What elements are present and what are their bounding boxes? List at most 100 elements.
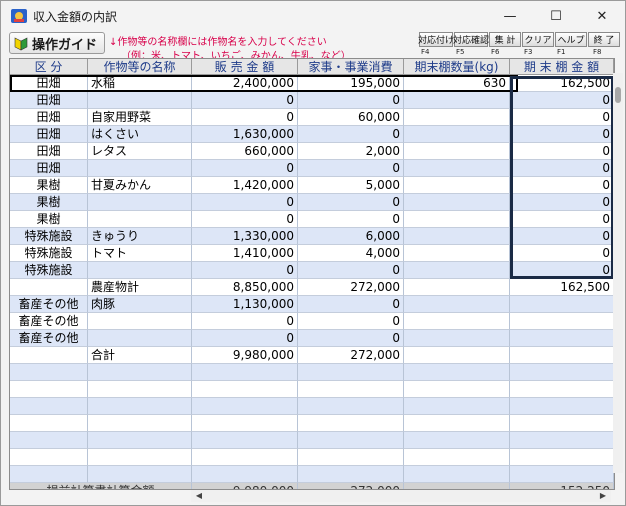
cell-stock-amount[interactable]: 0 <box>510 126 614 143</box>
cell-stock-amount[interactable] <box>510 466 614 483</box>
cell-stock-amount[interactable]: 0 <box>510 92 614 109</box>
cell-stock-amount[interactable] <box>510 347 614 364</box>
cell-crop-name[interactable] <box>88 313 192 330</box>
cell-home-consumption[interactable]: 0 <box>298 262 404 279</box>
cell-home-consumption[interactable]: 0 <box>298 313 404 330</box>
cell-sales[interactable]: 1,330,000 <box>192 228 298 245</box>
cell-stock-amount[interactable]: 0 <box>510 160 614 177</box>
cell-home-consumption[interactable]: 0 <box>298 296 404 313</box>
cell-stock-amount[interactable]: 0 <box>510 109 614 126</box>
cell-stock-quantity[interactable] <box>404 109 510 126</box>
cell-stock-quantity[interactable] <box>404 262 510 279</box>
minimize-button[interactable]: — <box>487 1 533 31</box>
cell-crop-name[interactable] <box>88 211 192 228</box>
operation-guide-button[interactable]: 操作ガイド <box>9 32 105 54</box>
cell-stock-amount[interactable]: 0 <box>510 177 614 194</box>
cell-home-consumption[interactable]: 0 <box>298 160 404 177</box>
cell-stock-quantity[interactable]: 630 <box>404 75 510 92</box>
cell-stock-quantity[interactable] <box>404 449 510 466</box>
cell-home-consumption[interactable]: 5,000 <box>298 177 404 194</box>
cell-crop-name[interactable]: レタス <box>88 143 192 160</box>
cell-crop-name[interactable] <box>88 398 192 415</box>
cell-sales[interactable] <box>192 364 298 381</box>
cell-stock-amount[interactable]: 0 <box>510 228 614 245</box>
cell-stock-quantity[interactable] <box>404 211 510 228</box>
cell-home-consumption[interactable] <box>298 466 404 483</box>
cell-stock-quantity[interactable] <box>404 228 510 245</box>
cell-home-consumption[interactable]: 6,000 <box>298 228 404 245</box>
cell-stock-amount[interactable] <box>510 313 614 330</box>
cell-home-consumption[interactable]: 0 <box>298 194 404 211</box>
cell-crop-name[interactable]: 合計 <box>88 347 192 364</box>
exit-button[interactable]: 終 了 <box>588 32 620 47</box>
cell-stock-quantity[interactable] <box>404 313 510 330</box>
cell-crop-name[interactable] <box>88 262 192 279</box>
cell-stock-amount[interactable]: 162,500 <box>510 279 614 296</box>
cell-home-consumption[interactable]: 0 <box>298 92 404 109</box>
cell-stock-amount[interactable]: 0 <box>510 143 614 160</box>
cell-crop-name[interactable] <box>88 194 192 211</box>
cell-stock-quantity[interactable] <box>404 466 510 483</box>
cell-home-consumption[interactable]: 272,000 <box>298 347 404 364</box>
cell-sales[interactable]: 1,420,000 <box>192 177 298 194</box>
cell-crop-name[interactable]: きゅうり <box>88 228 192 245</box>
cell-stock-amount[interactable]: 0 <box>510 262 614 279</box>
cell-home-consumption[interactable]: 60,000 <box>298 109 404 126</box>
clear-button[interactable]: クリア <box>522 32 554 47</box>
cell-crop-name[interactable] <box>88 415 192 432</box>
cell-stock-amount[interactable] <box>510 330 614 347</box>
cell-stock-amount[interactable] <box>510 296 614 313</box>
cell-sales[interactable]: 0 <box>192 109 298 126</box>
cell-crop-name[interactable]: 自家用野菜 <box>88 109 192 126</box>
cell-home-consumption[interactable]: 0 <box>298 211 404 228</box>
cell-crop-name[interactable] <box>88 364 192 381</box>
link-button[interactable]: 対応付け <box>418 32 454 47</box>
maximize-button[interactable]: ☐ <box>533 1 579 31</box>
cell-crop-name[interactable]: 甘夏みかん <box>88 177 192 194</box>
cell-crop-name[interactable] <box>88 160 192 177</box>
cell-stock-quantity[interactable] <box>404 143 510 160</box>
cell-stock-quantity[interactable] <box>404 126 510 143</box>
cell-sales[interactable]: 1,410,000 <box>192 245 298 262</box>
cell-sales[interactable] <box>192 432 298 449</box>
cell-home-consumption[interactable]: 272,000 <box>298 279 404 296</box>
cell-stock-amount[interactable] <box>510 381 614 398</box>
cell-stock-amount[interactable] <box>510 364 614 381</box>
cell-stock-amount[interactable]: 0 <box>510 211 614 228</box>
cell-stock-quantity[interactable] <box>404 194 510 211</box>
cell-crop-name[interactable] <box>88 432 192 449</box>
cell-stock-quantity[interactable] <box>404 160 510 177</box>
cell-stock-amount[interactable]: 0 <box>510 194 614 211</box>
cell-stock-amount[interactable] <box>510 415 614 432</box>
aggregate-button[interactable]: 集 計 <box>489 32 521 47</box>
cell-stock-quantity[interactable] <box>404 296 510 313</box>
cell-sales[interactable]: 1,630,000 <box>192 126 298 143</box>
cell-crop-name[interactable] <box>88 449 192 466</box>
cell-sales[interactable]: 0 <box>192 160 298 177</box>
cell-crop-name[interactable] <box>88 466 192 483</box>
cell-stock-quantity[interactable] <box>404 347 510 364</box>
cell-crop-name[interactable]: 肉豚 <box>88 296 192 313</box>
cell-stock-amount[interactable] <box>510 398 614 415</box>
cell-sales[interactable]: 8,850,000 <box>192 279 298 296</box>
cell-sales[interactable] <box>192 466 298 483</box>
cell-stock-quantity[interactable] <box>404 398 510 415</box>
cell-sales[interactable]: 0 <box>192 194 298 211</box>
cell-home-consumption[interactable]: 0 <box>298 330 404 347</box>
cell-stock-quantity[interactable] <box>404 330 510 347</box>
cell-stock-quantity[interactable] <box>404 245 510 262</box>
cell-stock-quantity[interactable] <box>404 364 510 381</box>
vertical-scroll-thumb[interactable] <box>615 87 621 103</box>
cell-sales[interactable]: 0 <box>192 330 298 347</box>
cell-crop-name[interactable]: トマト <box>88 245 192 262</box>
cell-stock-amount[interactable] <box>510 449 614 466</box>
cell-crop-name[interactable] <box>88 381 192 398</box>
cell-home-consumption[interactable] <box>298 449 404 466</box>
horizontal-scrollbar[interactable]: ◀ ▶ <box>191 490 611 502</box>
cell-stock-quantity[interactable] <box>404 415 510 432</box>
scroll-left-arrow-icon[interactable]: ◀ <box>193 491 205 501</box>
cell-sales[interactable] <box>192 449 298 466</box>
link-check-button[interactable]: 対応確認 <box>453 32 489 47</box>
cell-stock-amount[interactable]: 0 <box>510 245 614 262</box>
cell-sales[interactable]: 0 <box>192 262 298 279</box>
